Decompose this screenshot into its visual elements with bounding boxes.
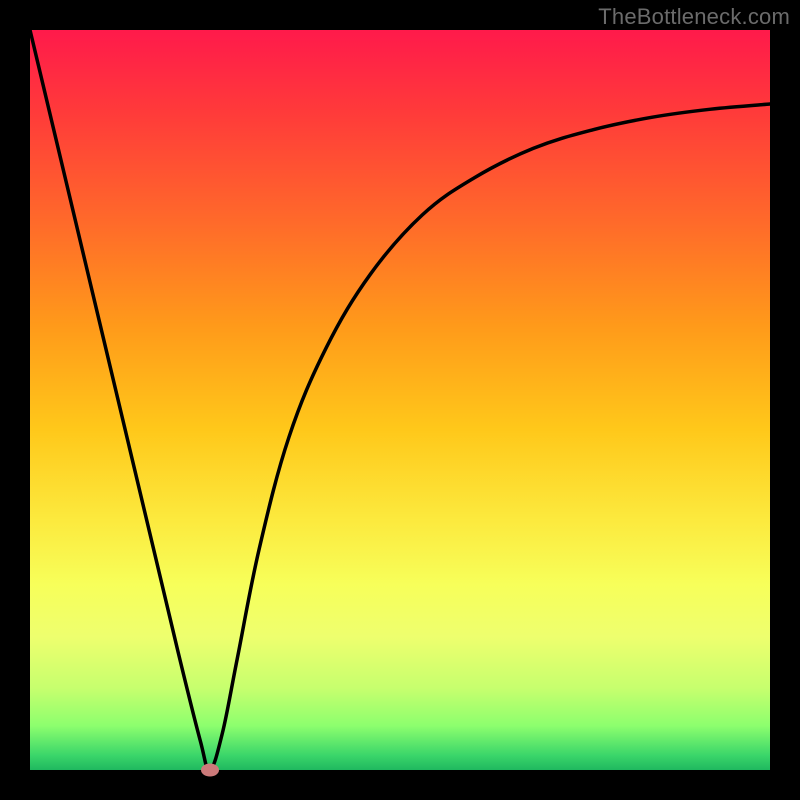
minimum-marker xyxy=(201,764,219,777)
bottleneck-curve xyxy=(30,30,770,770)
attribution-text: TheBottleneck.com xyxy=(598,4,790,30)
plot-area xyxy=(30,30,770,770)
chart-frame: TheBottleneck.com xyxy=(0,0,800,800)
